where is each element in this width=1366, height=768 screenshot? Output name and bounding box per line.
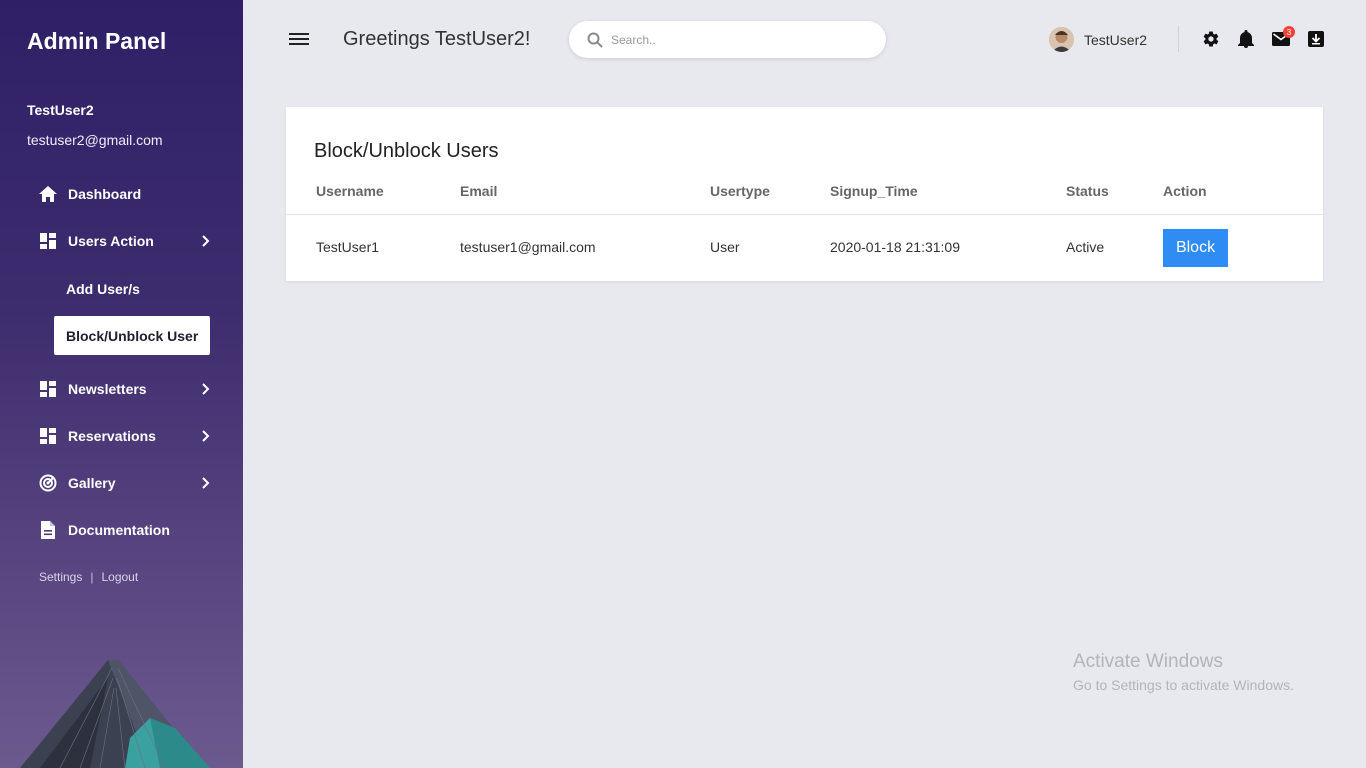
column-header-username: Username [316,183,384,199]
sidebar-item-dashboard[interactable]: Dashboard [38,182,218,206]
brand-title: Admin Panel [27,28,167,54]
profile-name: TestUser2 [1084,31,1148,48]
greeting-text: Greetings TestUser2! [343,28,531,50]
cell-username: TestUser1 [316,239,380,255]
sidebar-item-label: Dashboard [68,186,142,202]
chevron-right-icon [202,477,210,489]
building-illustration [20,660,210,768]
download-icon[interactable] [1306,29,1326,49]
column-header-signup-time: Signup_Time [830,183,918,199]
bell-icon[interactable] [1236,29,1256,49]
users-table-card: Block/Unblock Users Username Email Usert… [286,107,1323,281]
table-divider [286,214,1323,215]
search-icon [587,32,603,48]
activate-windows-title: Activate Windows [1073,651,1223,672]
settings-link[interactable]: Settings [39,570,82,584]
cell-signup-time: 2020-01-18 21:31:09 [830,239,960,255]
sidebar-item-gallery[interactable]: Gallery [38,471,218,495]
sidebar-item-users-action[interactable]: Users Action [38,229,218,253]
activate-windows-subtitle: Go to Settings to activate Windows. [1073,677,1294,693]
sidebar-item-label: Documentation [68,522,170,538]
hamburger-menu-icon[interactable] [289,30,309,48]
mail-badge: 3 [1283,26,1295,38]
document-icon [38,520,58,540]
logout-link[interactable]: Logout [101,570,138,584]
search-input[interactable] [611,32,871,47]
chevron-right-icon [202,235,210,247]
sidebar-item-documentation[interactable]: Documentation [38,518,218,542]
column-header-usertype: Usertype [710,183,770,199]
cell-email: testuser1@gmail.com [460,239,596,255]
sidebar-item-newsletters[interactable]: Newsletters [38,377,218,401]
cell-status: Active [1066,239,1105,255]
column-header-email: Email [460,183,498,199]
sidebar-item-label: Reservations [68,428,156,444]
cell-usertype: User [710,239,740,255]
search-bar[interactable] [569,21,886,58]
page-title: Block/Unblock Users [314,140,499,162]
sidebar-user-email: testuser2@gmail.com [27,132,163,148]
sidebar: Admin Panel TestUser2 testuser2@gmail.co… [0,0,243,768]
home-icon [38,184,58,204]
footer-separator: | [90,570,94,584]
sidebar-user-name: TestUser2 [27,102,94,118]
sidebar-item-label: Users Action [68,233,154,249]
grid-icon [38,231,58,251]
sidebar-footer-links: Settings | Logout [39,570,138,584]
grid-icon [38,426,58,446]
user-profile[interactable]: TestUser2 [1049,27,1147,52]
header-divider [1178,26,1179,52]
block-button[interactable]: Block [1163,229,1228,267]
radar-icon [38,473,58,493]
avatar [1049,27,1074,52]
chevron-right-icon [202,383,210,395]
sidebar-item-label: Gallery [68,475,116,491]
column-header-status: Status [1066,183,1109,199]
sidebar-item-reservations[interactable]: Reservations [38,424,218,448]
grid-icon [38,379,58,399]
chevron-right-icon [202,430,210,442]
sidebar-item-label: Newsletters [68,381,147,397]
gear-icon[interactable] [1201,29,1221,49]
sidebar-subitem-block-unblock-user[interactable]: Block/Unblock User [54,316,210,355]
column-header-action: Action [1163,183,1207,199]
sidebar-subitem-add-users[interactable]: Add User/s [54,269,210,308]
